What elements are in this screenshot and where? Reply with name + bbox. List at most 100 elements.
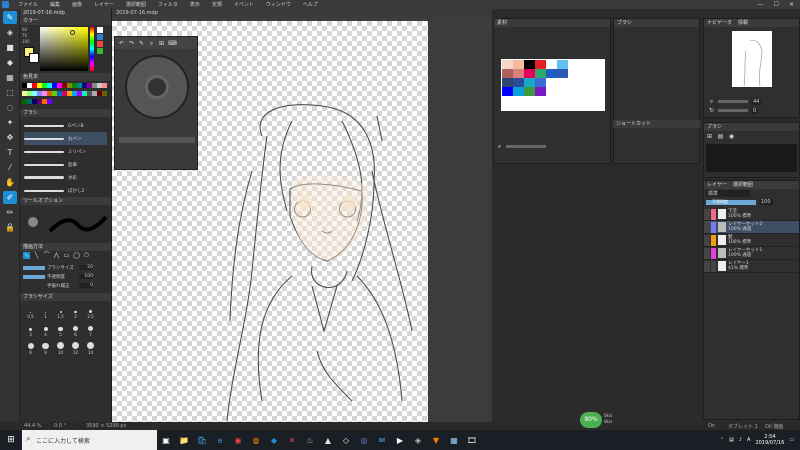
mail-icon[interactable]: ✉ bbox=[373, 430, 391, 450]
app-icon-4[interactable]: ◈ bbox=[409, 430, 427, 450]
mode-polyline-icon[interactable]: ⋀ bbox=[53, 252, 60, 259]
discord-icon[interactable]: ◎ bbox=[355, 430, 373, 450]
network-icon[interactable]: ▤ bbox=[729, 437, 734, 443]
eraser-icon[interactable]: ◈ bbox=[3, 26, 17, 39]
picker-cursor[interactable] bbox=[70, 30, 75, 35]
undo-icon[interactable]: ↶ bbox=[118, 40, 125, 47]
grid-icon[interactable]: ⊞ bbox=[158, 40, 165, 47]
rotate-dial[interactable] bbox=[125, 55, 189, 119]
brush-size-option[interactable]: 9 bbox=[39, 339, 52, 355]
material-swatch[interactable] bbox=[502, 69, 513, 78]
mode-freehand-icon[interactable]: ∿ bbox=[23, 252, 30, 259]
brush-size-option[interactable]: 10 bbox=[54, 339, 67, 355]
pen-icon[interactable]: ✏ bbox=[3, 206, 17, 219]
brush-size-option[interactable]: 0.5 bbox=[24, 303, 37, 319]
brush-set-icon-3[interactable]: ◉ bbox=[728, 133, 735, 140]
stabilizer-value[interactable]: 0 bbox=[79, 283, 93, 288]
material-zoom-slider[interactable] bbox=[506, 145, 546, 148]
nav-angle-value[interactable]: 0 bbox=[751, 107, 759, 114]
firefox-icon[interactable]: ◍ bbox=[247, 430, 265, 450]
material-swatch[interactable] bbox=[513, 78, 524, 87]
eyedropper-icon[interactable]: ⁄ bbox=[3, 161, 17, 174]
brush-size-option[interactable]: 7 bbox=[84, 321, 97, 337]
brush-set-icon-2[interactable]: ▤ bbox=[717, 133, 724, 140]
brush-size-option[interactable]: 12 bbox=[69, 339, 82, 355]
background-color-swatch[interactable] bbox=[29, 53, 39, 63]
move-icon[interactable]: ✥ bbox=[3, 131, 17, 144]
brush-size-option[interactable]: 2 bbox=[69, 303, 82, 319]
navigator-preview[interactable] bbox=[732, 31, 772, 87]
medibang-icon[interactable]: ◆ bbox=[265, 430, 283, 450]
menu-file[interactable]: ファイル bbox=[12, 1, 44, 8]
opacity-slider[interactable] bbox=[23, 274, 45, 279]
color-mode-hsv[interactable] bbox=[97, 34, 103, 40]
opacity-value[interactable]: 100 bbox=[79, 274, 93, 279]
rotate-navigator-widget[interactable]: ↶ ↷ ✎ ⌕ ⊞ ⌨ bbox=[114, 36, 198, 170]
maximize-button[interactable]: ☐ bbox=[774, 1, 779, 8]
minimize-button[interactable]: — bbox=[758, 1, 764, 8]
mode-ellipse-icon[interactable]: ◯ bbox=[73, 252, 80, 259]
layer-visibility-toggle[interactable] bbox=[704, 221, 710, 233]
pen-active-icon[interactable]: ✐ bbox=[3, 191, 17, 204]
material-swatch[interactable] bbox=[535, 60, 546, 69]
vlc-icon[interactable]: ▼ bbox=[427, 430, 445, 450]
keyboard-icon[interactable]: ⌨ bbox=[168, 40, 177, 47]
brush-set-list[interactable] bbox=[706, 144, 797, 172]
material-swatch[interactable] bbox=[535, 69, 546, 78]
brush-set-icon-1[interactable]: ⊞ bbox=[706, 133, 713, 140]
gradient-icon[interactable]: ▦ bbox=[3, 71, 17, 84]
taskbar-search-box[interactable]: ここに入力して検索 bbox=[22, 430, 157, 450]
layer-row[interactable]: 下塗 100% 標準 bbox=[704, 208, 799, 221]
material-swatch[interactable] bbox=[524, 78, 535, 87]
brush-size-option[interactable]: 5 bbox=[54, 321, 67, 337]
zoom-icon[interactable]: ⌕ bbox=[496, 143, 503, 150]
ime-icon[interactable]: A bbox=[747, 437, 750, 443]
color-set-swatch[interactable] bbox=[47, 99, 52, 104]
layers-tab-selection[interactable]: 選択範囲 bbox=[733, 181, 753, 189]
material-swatch[interactable] bbox=[557, 87, 568, 96]
material-swatch[interactable] bbox=[546, 78, 557, 87]
color-set-swatch[interactable] bbox=[102, 83, 107, 88]
clock[interactable]: 2:54 2019/07/16 bbox=[755, 434, 784, 446]
document-tab[interactable]: 2019-07-16.mdp bbox=[112, 9, 492, 18]
dial-center[interactable] bbox=[145, 75, 169, 99]
hand-icon[interactable]: ✋ bbox=[3, 176, 17, 189]
pencil-icon[interactable]: ✎ bbox=[138, 40, 145, 47]
store-icon[interactable]: 🛍 bbox=[193, 430, 211, 450]
material-swatch[interactable] bbox=[524, 87, 535, 96]
material-swatch[interactable] bbox=[535, 78, 546, 87]
brush-item[interactable]: 水彩 bbox=[24, 171, 107, 184]
color-mode-rgb[interactable] bbox=[97, 27, 103, 33]
canvas-document[interactable]: ↶ ↷ ✎ ⌕ ⊞ ⌨ bbox=[112, 21, 428, 422]
chrome-icon[interactable]: ◉ bbox=[229, 430, 247, 450]
tray-arrow-icon[interactable]: ⌃ bbox=[720, 437, 724, 443]
xmind-icon[interactable]: ✕ bbox=[283, 430, 301, 450]
redo-icon[interactable]: ↷ bbox=[128, 40, 135, 47]
material-swatch[interactable] bbox=[557, 60, 568, 69]
brush-item[interactable]: 丸ペン bbox=[24, 132, 107, 145]
menu-event[interactable]: イベント bbox=[228, 1, 260, 8]
zoom-slider[interactable] bbox=[119, 137, 195, 143]
color-mode-history[interactable] bbox=[97, 48, 103, 54]
material-swatch[interactable] bbox=[513, 69, 524, 78]
task-view-icon[interactable]: ▣ bbox=[157, 430, 175, 450]
material-swatch[interactable] bbox=[502, 78, 513, 87]
material-swatch[interactable] bbox=[502, 87, 513, 96]
nav-zoom-slider[interactable] bbox=[718, 100, 748, 103]
volume-icon[interactable]: ♪ bbox=[739, 437, 742, 443]
brush-size-option[interactable]: 8 bbox=[24, 339, 37, 355]
brush-size-option[interactable]: 1.5 bbox=[54, 303, 67, 319]
brush-item[interactable]: GペンB bbox=[24, 119, 107, 132]
layer-visibility-toggle[interactable] bbox=[704, 260, 710, 272]
brush-size-option[interactable]: 1 bbox=[39, 303, 52, 319]
material-swatch[interactable] bbox=[546, 69, 557, 78]
hue-slider[interactable] bbox=[90, 27, 94, 71]
zoom-icon[interactable]: ⌕ bbox=[708, 98, 715, 105]
explorer-icon[interactable]: 📁 bbox=[175, 430, 193, 450]
layer-row[interactable]: レイヤー1 41% 標準 bbox=[704, 260, 799, 273]
brush-size-option[interactable]: 3 bbox=[24, 321, 37, 337]
menu-layer[interactable]: レイヤー bbox=[88, 1, 120, 8]
material-swatch[interactable] bbox=[557, 78, 568, 87]
layer-visibility-toggle[interactable] bbox=[704, 247, 710, 259]
menu-window[interactable]: ウィンドウ bbox=[260, 1, 297, 8]
